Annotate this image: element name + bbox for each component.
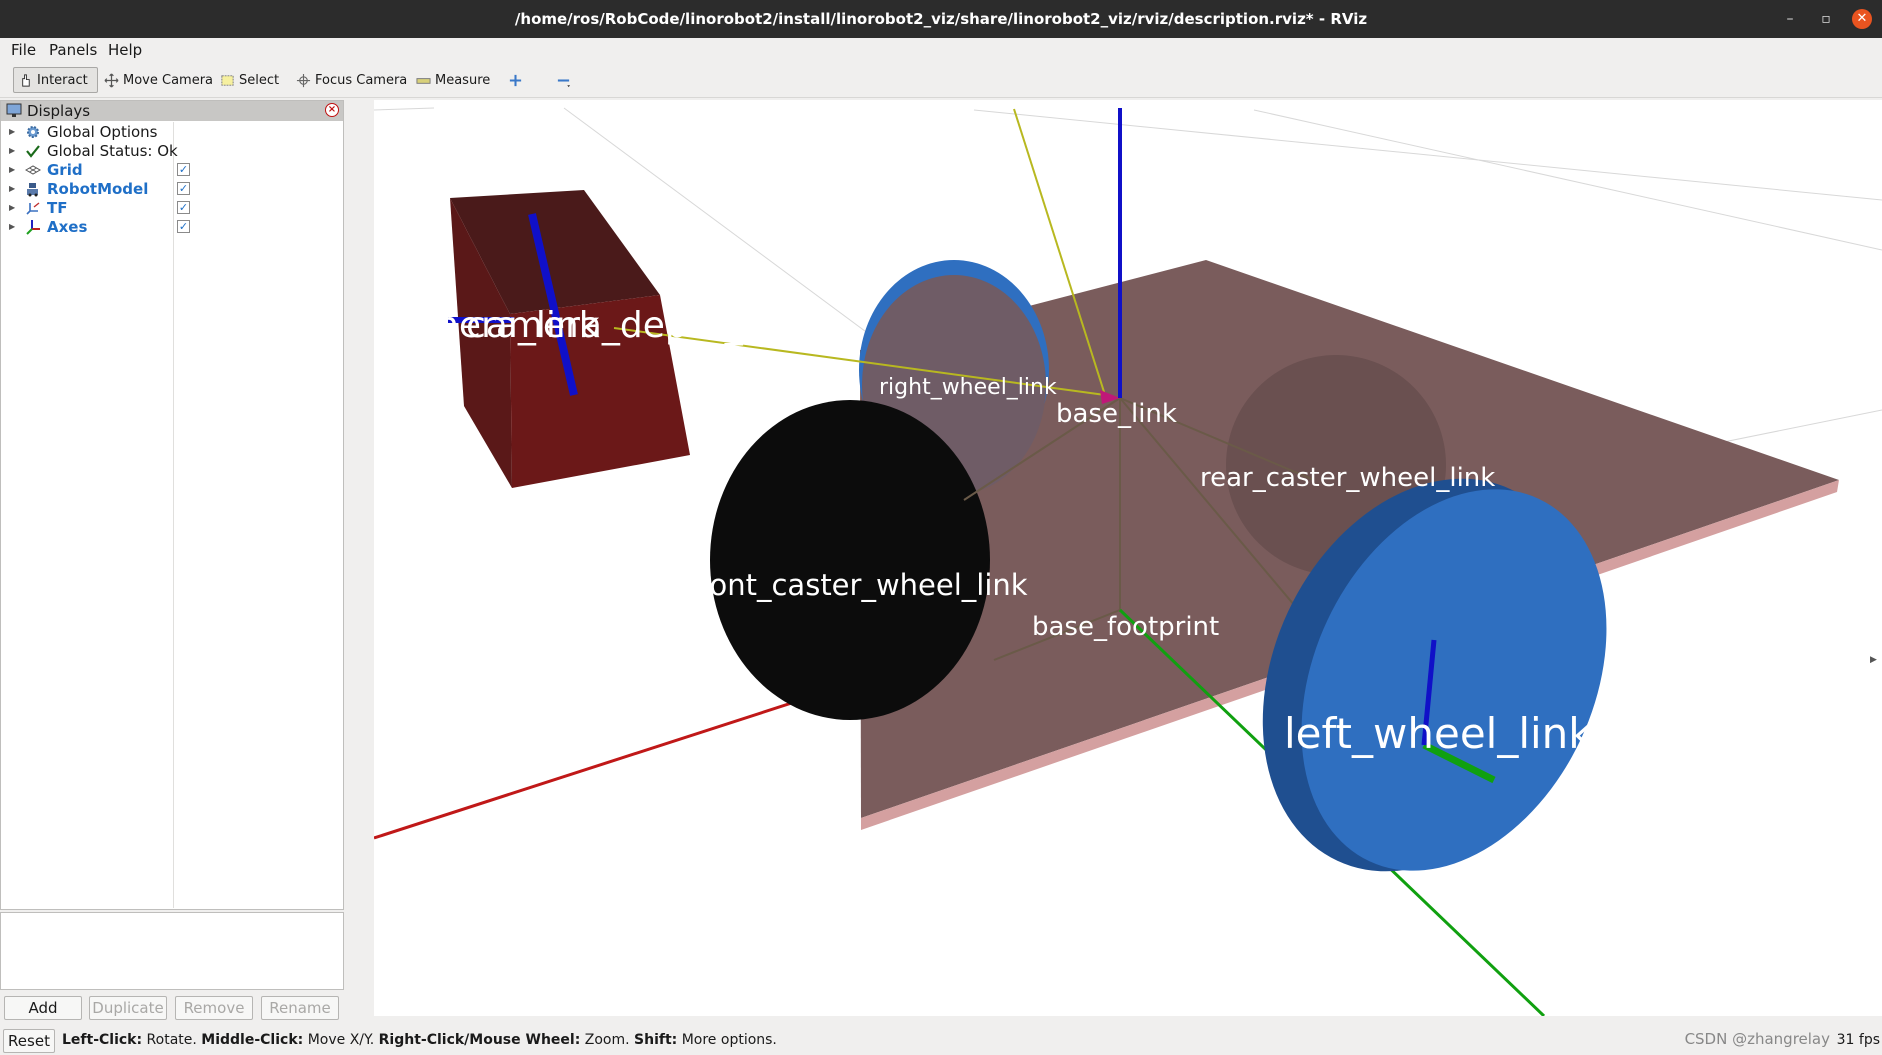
expand-arrow-icon[interactable]: ▶: [9, 127, 15, 136]
select-tool-button[interactable]: Select: [216, 67, 283, 93]
status-left-click-val: Rotate.: [142, 1032, 202, 1048]
axes-icon: [26, 219, 40, 235]
duplicate-button[interactable]: Duplicate: [89, 996, 167, 1020]
plus-icon: [509, 74, 522, 86]
displays-panel-header: Displays ×: [1, 101, 343, 121]
interact-tool-button[interactable]: Interact: [13, 67, 98, 93]
3d-viewport[interactable]: camera_link camera_depth_link right_whee…: [374, 100, 1882, 1016]
expand-arrow-icon[interactable]: ▶: [9, 222, 15, 231]
display-item-label: RobotModel: [47, 179, 149, 198]
remove-tool-button[interactable]: [552, 67, 575, 93]
minimize-button[interactable]: –: [1780, 9, 1800, 29]
status-middle-click-key: Middle-Click:: [201, 1032, 304, 1048]
column-divider: [173, 122, 174, 908]
label-camera-depth-link: camera_depth_link: [466, 305, 807, 346]
menu-bar: File Panels Help: [0, 38, 1882, 62]
focus-camera-tool-button[interactable]: Focus Camera: [292, 67, 411, 93]
add-button[interactable]: Add: [4, 996, 82, 1020]
display-item-grid[interactable]: ▶ Grid ✓: [1, 160, 343, 179]
status-left-click-key: Left-Click:: [62, 1032, 143, 1048]
tf-icon: [26, 201, 40, 215]
display-item-global-status[interactable]: ▶ Global Status: Ok: [1, 141, 343, 160]
status-right-click-key: Right-Click/Mouse Wheel:: [378, 1032, 581, 1048]
expand-arrow-icon[interactable]: ▶: [9, 146, 15, 155]
tf-enabled-checkbox[interactable]: ✓: [177, 201, 190, 214]
move-camera-tool-button[interactable]: Move Camera: [100, 67, 217, 93]
display-item-label: TF: [47, 198, 68, 217]
gear-icon: [27, 125, 39, 138]
window-title: /home/ros/RobCode/linorobot2/install/lin…: [514, 10, 1368, 28]
status-right-click-val: Zoom.: [580, 1032, 635, 1048]
minus-icon: [557, 78, 571, 87]
watermark: CSDN @zhangrelay: [1684, 1030, 1830, 1048]
move-camera-label: Move Camera: [123, 72, 214, 88]
display-item-label: Global Status: Ok: [47, 141, 178, 160]
menu-help[interactable]: Help: [108, 41, 142, 59]
expand-arrow-icon[interactable]: ▶: [9, 184, 15, 193]
grid-icon: [25, 164, 41, 175]
label-base-link: base_link: [1056, 399, 1177, 429]
interact-label: Interact: [37, 72, 88, 88]
monitor-icon: [6, 103, 22, 117]
remove-button[interactable]: Remove: [175, 996, 253, 1020]
toolbar: Interact Move Camera Select Focus Camera…: [0, 62, 1882, 98]
ruler-icon: [416, 77, 431, 84]
expand-arrow-icon[interactable]: ▶: [9, 165, 15, 174]
label-base-footprint: base_footprint: [1032, 612, 1219, 642]
add-tool-button[interactable]: [504, 67, 527, 93]
rename-button[interactable]: Rename: [261, 996, 339, 1020]
measure-label: Measure: [435, 72, 491, 88]
robotmodel-enabled-checkbox[interactable]: ✓: [177, 182, 190, 195]
display-item-robotmodel[interactable]: ▶ RobotModel ✓: [1, 179, 343, 198]
display-item-label: Grid: [47, 160, 83, 179]
move-arrows-icon: [104, 73, 119, 87]
status-message: Left-Click: Rotate. Middle-Click: Move X…: [62, 1032, 777, 1048]
menu-file[interactable]: File: [11, 41, 36, 59]
display-item-label: Global Options: [47, 122, 158, 141]
close-button[interactable]: ✕: [1852, 9, 1872, 29]
label-front-caster-wheel-link: front_caster_wheel_link: [688, 568, 1028, 602]
expand-arrow-icon[interactable]: ▶: [9, 203, 15, 212]
display-item-tf[interactable]: ▶ TF ✓: [1, 198, 343, 217]
displays-panel: Displays × ▶ Global Options ▶ Global Sta…: [0, 100, 344, 910]
status-shift-key: Shift:: [634, 1032, 678, 1048]
select-box-icon: [221, 74, 234, 86]
displays-panel-title: Displays: [27, 102, 91, 120]
axes-enabled-checkbox[interactable]: ✓: [177, 220, 190, 233]
label-left-wheel-link: left_wheel_link: [1284, 709, 1593, 758]
hand-pointer-icon: [22, 73, 30, 87]
display-item-global-options[interactable]: ▶ Global Options: [1, 122, 343, 141]
collapse-right-arrow-icon[interactable]: ▶: [1870, 655, 1877, 665]
measure-tool-button[interactable]: Measure: [412, 67, 494, 93]
grid-enabled-checkbox[interactable]: ✓: [177, 163, 190, 176]
properties-area: [0, 912, 344, 990]
panel-close-icon[interactable]: ×: [325, 103, 339, 117]
checkmark-icon: [26, 144, 40, 158]
fps-counter: 31 fps: [1836, 1032, 1880, 1048]
maximize-button[interactable]: ▫: [1816, 9, 1836, 29]
select-label: Select: [239, 72, 280, 88]
front-caster-wheel: [710, 400, 990, 720]
focus-camera-label: Focus Camera: [315, 72, 408, 88]
display-item-axes[interactable]: ▶ Axes ✓: [1, 217, 343, 236]
status-middle-click-val: Move X/Y.: [303, 1032, 379, 1048]
label-right-wheel-link: right_wheel_link: [879, 375, 1057, 400]
display-item-label: Axes: [47, 217, 88, 236]
robot-icon: [27, 182, 38, 196]
window-titlebar[interactable]: /home/ros/RobCode/linorobot2/install/lin…: [0, 0, 1882, 38]
scene-canvas[interactable]: camera_link camera_depth_link right_whee…: [374, 100, 1882, 1016]
label-rear-caster-wheel-link: rear_caster_wheel_link: [1200, 463, 1495, 493]
status-shift-val: More options.: [677, 1032, 777, 1048]
menu-panels[interactable]: Panels: [49, 41, 97, 59]
crosshair-icon: [296, 73, 311, 87]
reset-button[interactable]: Reset: [3, 1029, 55, 1053]
status-bar: Reset Left-Click: Rotate. Middle-Click: …: [0, 1026, 1882, 1055]
